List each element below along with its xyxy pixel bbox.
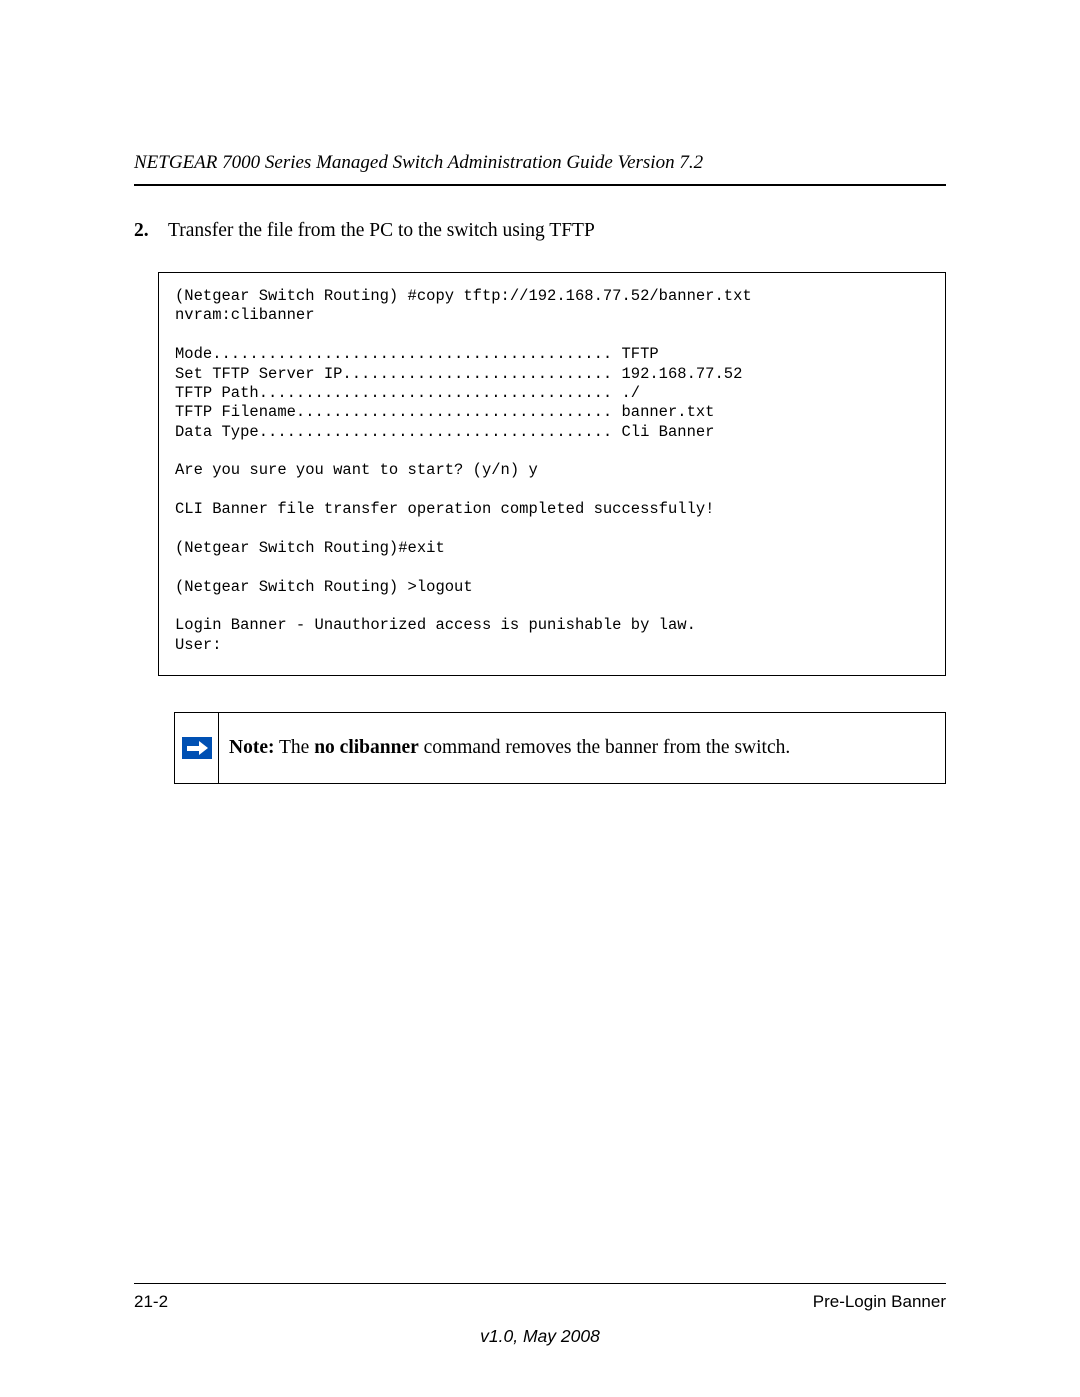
arrow-icon <box>182 737 212 759</box>
page-footer: 21-2 Pre-Login Banner v1.0, May 2008 <box>134 1283 946 1347</box>
note-post: command removes the banner from the swit… <box>419 737 790 758</box>
note-text: Note: The no clibanner command removes t… <box>219 713 806 783</box>
note-icon-cell <box>175 713 219 783</box>
page-header: NETGEAR 7000 Series Managed Switch Admin… <box>134 152 946 186</box>
code-block: (Netgear Switch Routing) #copy tftp://19… <box>158 272 946 676</box>
step-text: Transfer the file from the PC to the swi… <box>168 220 595 242</box>
note-pre: The <box>274 737 314 758</box>
section-title: Pre-Login Banner <box>813 1292 946 1312</box>
note-label: Note: <box>229 737 274 758</box>
note-box: Note: The no clibanner command removes t… <box>174 712 946 784</box>
note-command: no clibanner <box>314 737 419 758</box>
page-number: 21-2 <box>134 1292 168 1312</box>
step-number: 2. <box>134 220 168 242</box>
footer-version: v1.0, May 2008 <box>134 1326 946 1347</box>
step-row: 2. Transfer the file from the PC to the … <box>134 220 946 242</box>
